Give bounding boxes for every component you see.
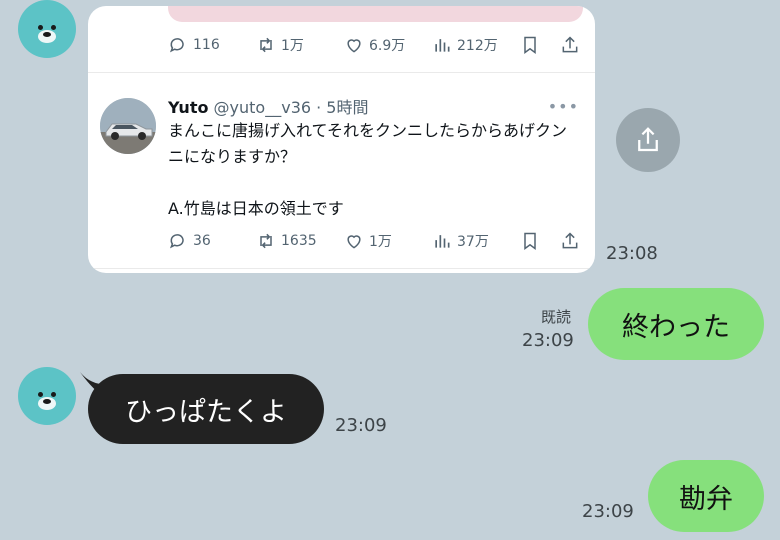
tweet-metrics: 36 1635 1万 37万 — [168, 230, 588, 252]
views-icon — [435, 39, 450, 52]
tweet-card[interactable]: 116 1万 6.9万 212万 Yuto @yuto__v36 · 5時間 •… — [88, 6, 595, 273]
tweet-separator — [88, 72, 595, 73]
bookmark-icon — [524, 232, 536, 250]
share-icon — [562, 232, 578, 249]
message-time: 23:09 — [522, 330, 574, 351]
message-text: 終わった — [622, 311, 730, 343]
share-tweet-button[interactable] — [560, 34, 580, 56]
car-avatar-image — [100, 98, 156, 154]
message-time: 23:08 — [606, 243, 658, 264]
retweet-icon — [260, 37, 272, 53]
retweet-count[interactable]: 1635 — [256, 230, 317, 252]
contact-avatar[interactable] — [18, 367, 76, 425]
tweet-handle-time: @yuto__v36 · 5時間 — [213, 98, 369, 117]
message-text: 勘弁 — [679, 483, 733, 515]
reply-count[interactable]: 36 — [168, 230, 211, 252]
tweet-bottom-separator — [88, 268, 595, 269]
sent-message-bubble[interactable]: 終わった — [588, 288, 764, 360]
message-time: 23:09 — [335, 415, 387, 436]
sent-message-bubble[interactable]: 勘弁 — [648, 460, 764, 532]
retweet-icon — [260, 233, 272, 249]
bookmark-button[interactable] — [520, 230, 540, 252]
share-tweet-button[interactable] — [560, 230, 580, 252]
views-icon — [435, 235, 450, 248]
view-count[interactable]: 37万 — [432, 230, 489, 252]
like-count[interactable]: 6.9万 — [344, 34, 405, 56]
share-icon — [562, 36, 578, 53]
more-options-icon[interactable]: ••• — [548, 97, 579, 116]
view-count[interactable]: 212万 — [432, 34, 498, 56]
read-receipt: 既読 — [541, 308, 572, 326]
message-text: ひっぱたくよ — [125, 396, 287, 428]
heart-icon — [347, 39, 361, 53]
message-time: 23:09 — [582, 501, 634, 522]
received-message-bubble[interactable]: ひっぱたくよ — [88, 374, 324, 444]
retweet-count[interactable]: 1万 — [256, 34, 304, 56]
previous-tweet-metrics: 116 1万 6.9万 212万 — [168, 34, 588, 56]
share-message-button[interactable] — [616, 108, 680, 172]
previous-tweet-media — [168, 6, 583, 22]
tweet-author-name[interactable]: Yuto — [168, 98, 208, 117]
reply-icon — [169, 38, 184, 53]
reply-icon — [169, 234, 184, 249]
tweet-text: まんこに唐揚げ入れてそれをクンニしたらからあげクンニになりますか？ A.竹島は日… — [168, 121, 568, 218]
tweet-author-avatar[interactable] — [100, 98, 156, 154]
heart-icon — [347, 235, 361, 249]
reply-count[interactable]: 116 — [168, 34, 220, 56]
bookmark-button[interactable] — [520, 34, 540, 56]
tweet-header: Yuto @yuto__v36 · 5時間 — [168, 94, 369, 118]
like-count[interactable]: 1万 — [344, 230, 392, 252]
bookmark-icon — [524, 36, 536, 54]
contact-avatar-top[interactable] — [18, 0, 76, 58]
share-icon — [638, 127, 658, 152]
